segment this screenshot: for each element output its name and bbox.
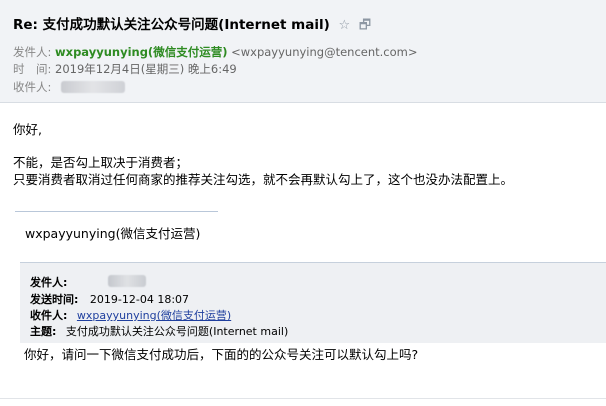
quote-to-row: 收件人: wxpayyunying(微信支付运营) xyxy=(30,309,231,323)
reply-line-2: 只要消费者取消过任何商家的推荐关注勾选，就不会再默认勾上了，这个也没办法配置上。 xyxy=(13,172,514,187)
time-row: 时 间: 2019年12月4日(星期三) 晚上6:49 xyxy=(13,61,237,77)
new-window-icon[interactable]: 🗗 xyxy=(359,18,371,33)
quoted-header: 发件人: 发送时间: 2019-12-04 18:07 收件人: wxpayyu… xyxy=(20,263,606,343)
bottom-divider xyxy=(0,398,606,399)
redacted-recipient xyxy=(61,81,125,93)
mail-header: Re: 支付成功默认关注公众号问题(Internet mail) ☆ 🗗 发件人… xyxy=(0,0,606,103)
quote-from-row: 发件人: xyxy=(30,276,67,290)
mail-subject: Re: 支付成功默认关注公众号问题(Internet mail) ☆ 🗗 xyxy=(13,14,371,36)
star-icon[interactable]: ☆ xyxy=(338,18,350,33)
quote-sent-row: 发送时间: 2019-12-04 18:07 xyxy=(30,293,189,307)
from-label: 发件人: xyxy=(13,45,52,59)
quote-sent-value: 2019-12-04 18:07 xyxy=(89,293,190,306)
time-label: 时 间: xyxy=(13,62,52,76)
quote-subject-row: 主题: 支付成功默认关注公众号问题(Internet mail) xyxy=(30,325,288,339)
time-value: 2019年12月4日(星期三) 晚上6:49 xyxy=(55,62,237,76)
reply-line-1: 不能，是否勾上取决于消费者； xyxy=(13,155,189,170)
quote-to-link[interactable]: wxpayyunying(微信支付运营) xyxy=(77,309,231,322)
signature: wxpayyunying(微信支付运营) xyxy=(25,226,201,241)
quote-subject-label: 主题: xyxy=(30,325,57,338)
quote-to-label: 收件人: xyxy=(30,309,68,322)
redacted-sender xyxy=(108,275,146,287)
from-email: <wxpayyunying@tencent.com> xyxy=(231,45,418,59)
to-row: 收件人: xyxy=(13,79,51,95)
quote-sent-label: 发送时间: xyxy=(30,293,79,306)
quote-from-label: 发件人: xyxy=(30,276,68,289)
to-label: 收件人: xyxy=(13,80,52,94)
subject-text: Re: 支付成功默认关注公众号问题(Internet mail) xyxy=(13,17,330,33)
from-row: 发件人: wxpayyunying(微信支付运营) <wxpayyunying@… xyxy=(13,44,418,60)
from-name[interactable]: wxpayyunying(微信支付运营) xyxy=(55,45,227,59)
quote-subject-value: 支付成功默认关注公众号问题(Internet mail) xyxy=(65,325,289,338)
quoted-question: 你好，请问一下微信支付成功后，下面的的公众号关注可以默认勾上吗? xyxy=(24,347,419,362)
signature-divider xyxy=(15,211,218,212)
greeting-text: 你好, xyxy=(13,122,42,137)
